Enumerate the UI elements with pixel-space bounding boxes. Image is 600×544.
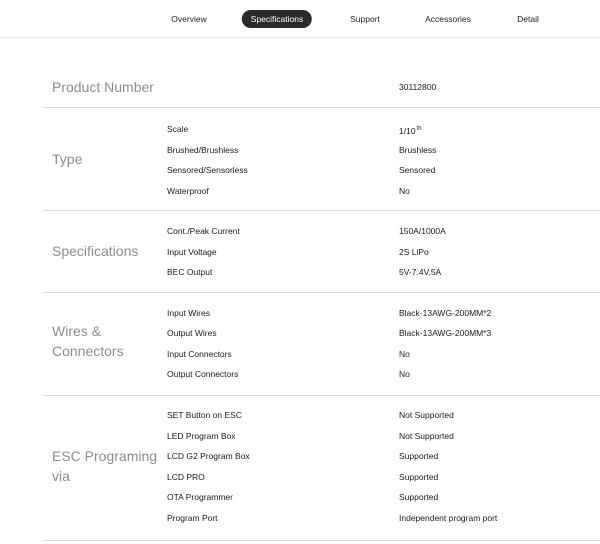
spec-label: BEC Output: [167, 267, 213, 277]
spec-row: LCD G2 Program Box Supported: [43, 449, 600, 463]
tab-detail[interactable]: Detail: [517, 10, 539, 28]
spec-value: Supported: [399, 472, 439, 482]
spec-value: 2S LiPo: [399, 247, 429, 257]
spec-label: Input Voltage: [167, 247, 217, 257]
spec-value: Supported: [399, 451, 439, 461]
spec-value: Not Supported: [399, 410, 454, 420]
section-tab-bar: Overview Specifications Support Accessor…: [0, 0, 600, 38]
spec-label: Output Connectors: [167, 369, 239, 379]
tab-overview[interactable]: Overview: [171, 10, 206, 28]
spec-row: OTA Programmer Supported: [43, 490, 600, 504]
spec-label: Waterproof: [167, 186, 209, 196]
spec-row: Input Wires Black-13AWG-200MM*2: [43, 306, 600, 320]
spec-row: Output Connectors No: [43, 367, 600, 381]
spec-row: Cont./Peak Current 150A/1000A: [43, 224, 600, 238]
spec-row: Brushed/Brushless Brushless: [43, 143, 600, 157]
spec-row: LCD PRO Supported: [43, 470, 600, 484]
spec-row: Input Connectors No: [43, 347, 600, 361]
spec-value: 5V-7.4V,5A: [399, 267, 442, 277]
spec-value: Not Supported: [399, 431, 454, 441]
product-number-heading: Product Number: [52, 79, 154, 95]
spec-row: BEC Output 5V-7.4V,5A: [43, 265, 600, 279]
tab-support[interactable]: Support: [350, 10, 380, 28]
spec-section-esc-programing: ESC Programing via SET Button on ESC Not…: [43, 396, 600, 541]
spec-row: Waterproof No: [43, 184, 600, 198]
tab-accessories[interactable]: Accessories: [425, 10, 471, 28]
spec-label: LED Program Box: [167, 431, 236, 441]
spec-label: Program Port: [167, 513, 218, 523]
spec-value: Black-13AWG-200MM*3: [399, 328, 492, 338]
spec-section-wires-connectors: Wires & Connectors Input Wires Black-13A…: [43, 293, 600, 396]
spec-row: Scale 1/10th: [43, 122, 600, 136]
spec-section-type: Type Scale 1/10th Brushed/Brushless Brus…: [43, 108, 600, 211]
spec-table: Product Number 30112800 Type Scale 1/10t…: [43, 64, 600, 541]
spec-label: Sensored/Sensorless: [167, 165, 248, 175]
spec-section-specifications: Specifications Cont./Peak Current 150A/1…: [43, 211, 600, 293]
spec-row: Input Voltage 2S LiPo: [43, 245, 600, 259]
spec-row: Sensored/Sensorless Sensored: [43, 163, 600, 177]
spec-value: Black-13AWG-200MM*2: [399, 308, 492, 318]
ordinal-suffix: th: [416, 126, 422, 132]
spec-value: No: [399, 349, 410, 359]
spec-label: Input Connectors: [167, 349, 232, 359]
spec-row: LED Program Box Not Supported: [43, 429, 600, 443]
spec-value: Brushless: [399, 145, 437, 155]
spec-label: Brushed/Brushless: [167, 145, 239, 155]
tab-specifications[interactable]: Specifications: [241, 10, 313, 28]
spec-row: Program Port Independent program port: [43, 511, 600, 525]
spec-value: No: [399, 186, 410, 196]
spec-label: Cont./Peak Current: [167, 226, 240, 236]
spec-value: 1/10th: [399, 122, 422, 138]
spec-value: 150A/1000A: [399, 226, 446, 236]
spec-value: No: [399, 369, 410, 379]
spec-label: Output Wires: [167, 328, 217, 338]
spec-label: LCD G2 Program Box: [167, 451, 250, 461]
product-number-value: 30112800: [399, 82, 437, 92]
spec-value-text: 1/10: [399, 126, 416, 136]
spec-label: Scale: [167, 124, 189, 134]
spec-value: Supported: [399, 492, 439, 502]
spec-label: SET Button on ESC: [167, 410, 242, 420]
spec-row: SET Button on ESC Not Supported: [43, 408, 600, 422]
spec-label: LCD PRO: [167, 472, 205, 482]
spec-row: Output Wires Black-13AWG-200MM*3: [43, 326, 600, 340]
spec-value: Independent program port: [399, 513, 498, 523]
spec-label: OTA Programmer: [167, 492, 233, 502]
spec-section-product-number: Product Number 30112800: [43, 64, 600, 108]
spec-label: Input Wires: [167, 308, 210, 318]
spec-value: Sensored: [399, 165, 436, 175]
